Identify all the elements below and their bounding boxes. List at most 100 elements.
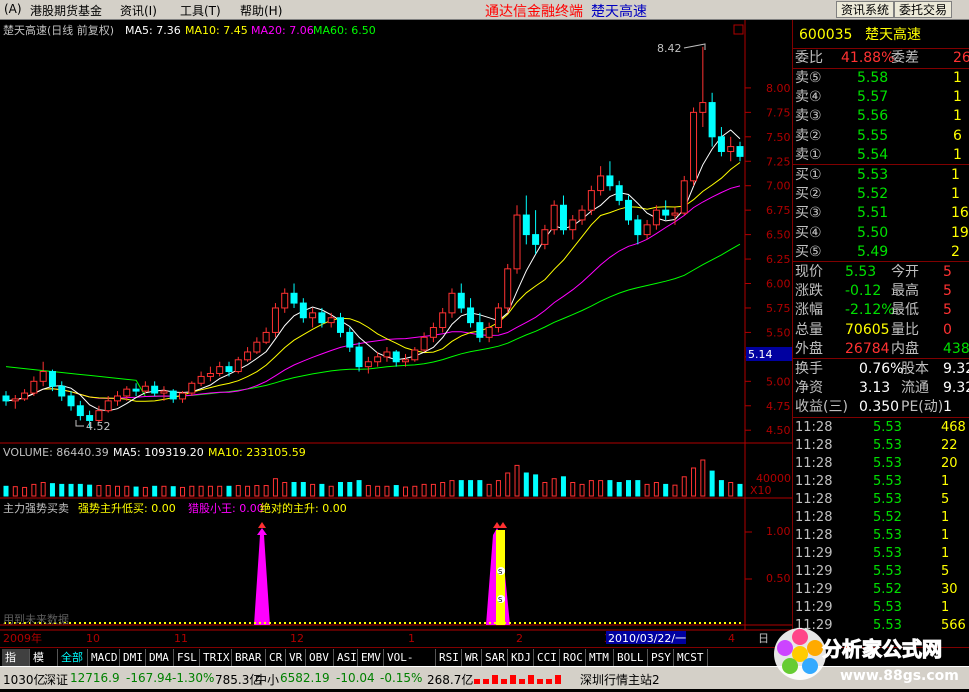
sell-label: 卖⑤ <box>795 70 822 86</box>
price-axis: 8.00 7.75 7.50 7.25 7.00 6.75 6.50 6.25 6.00 5.75… <box>745 82 791 437</box>
baseline-dot <box>624 622 626 624</box>
baseline-dot <box>734 622 736 624</box>
baseline-dot <box>629 622 631 624</box>
status-zx-value: 6582.19 <box>280 671 330 685</box>
candle-body <box>67 395 75 407</box>
tick-time: 11:28 <box>795 420 833 435</box>
menu-bar: (A) 港股期货基金 资讯(I) 工具(T) 帮助(H) 通达信金融终端 楚天高… <box>0 0 969 20</box>
candle-body <box>634 219 642 236</box>
candle-body <box>615 185 623 201</box>
tab-macd[interactable]: MACD <box>88 649 120 666</box>
volume-bar <box>198 485 204 497</box>
volume-value: VOLUME: 86440.39 <box>3 446 109 459</box>
sell-label: 卖③ <box>795 108 822 125</box>
tab-wr[interactable]: WR <box>462 649 482 666</box>
baseline-dot <box>319 622 321 624</box>
candle-body <box>318 312 326 324</box>
tab-全部[interactable]: 全部 <box>58 649 88 666</box>
tab-指标[interactable]: 指标 <box>2 649 30 681</box>
tab-vr[interactable]: VR <box>286 649 306 666</box>
status-sz-value: 12716.9 <box>70 671 120 685</box>
menu-item-a[interactable]: (A) <box>4 2 22 16</box>
stat2-label-2: 股本 <box>901 361 929 377</box>
tab-dmi[interactable]: DMI <box>120 649 146 666</box>
tab-cr[interactable]: CR <box>266 649 286 666</box>
tab-模板[interactable]: 模板 <box>30 649 58 681</box>
news-system-button[interactable]: 资讯系统 <box>836 1 895 18</box>
tab-obv[interactable]: OBV <box>306 649 334 666</box>
stat2-label: 换手 <box>795 361 823 377</box>
tab-asi[interactable]: ASI <box>334 649 358 666</box>
period-label[interactable]: 日 <box>758 632 769 645</box>
chart-area[interactable]: 楚天高速(日线 前复权) MA5: 7.36 MA10: 7.45 MA20: … <box>0 20 792 647</box>
menu-item-hk-futures[interactable]: 港股期货基金 <box>30 2 102 19</box>
baseline-dot <box>124 622 126 624</box>
volume-bar <box>505 472 511 497</box>
baseline-dot <box>109 622 111 624</box>
tick-row: 11:28 5.53 468 <box>793 419 969 437</box>
candle-body <box>532 234 540 245</box>
tick-volume: 1 <box>941 600 950 615</box>
weicha-label: 委差 <box>891 50 919 66</box>
buy-price: 5.52 <box>857 186 889 203</box>
tab-cci[interactable]: CCI <box>534 649 560 666</box>
candle-body <box>281 292 289 309</box>
baseline-dot <box>474 622 476 624</box>
tab-boll[interactable]: BOLL <box>614 649 648 666</box>
volume-bar <box>96 485 102 497</box>
tick-row: 11:28 5.53 5 <box>793 491 969 509</box>
baseline-dot <box>439 622 441 624</box>
weicha-value: 26 <box>953 50 969 66</box>
tab-emv[interactable]: EMV <box>358 649 384 666</box>
tab-psy[interactable]: PSY <box>648 649 674 666</box>
signal-s-label-2: S <box>498 596 503 604</box>
candle-body <box>169 390 177 400</box>
sell-volume: 1 <box>953 108 962 125</box>
tab-fsl[interactable]: FSL <box>174 649 200 666</box>
tab-dma[interactable]: DMA <box>146 649 174 666</box>
baseline-dot <box>654 622 656 624</box>
tab-mcst[interactable]: MCST <box>674 649 708 666</box>
volume-bar <box>161 485 167 497</box>
menu-item-help[interactable]: 帮助(H) <box>240 2 282 19</box>
menu-item-tools[interactable]: 工具(T) <box>180 2 221 19</box>
status-sz-label: 深证 <box>44 673 69 687</box>
volume-bar <box>40 482 46 497</box>
indicator-tick-05: 0.50 <box>766 572 791 585</box>
baseline-dot <box>524 622 526 624</box>
baseline-dot <box>79 622 81 624</box>
baseline-dot <box>344 622 346 624</box>
volume-bar <box>533 474 539 497</box>
trade-button[interactable]: 委托交易 <box>894 1 953 18</box>
buy-row: 买④ 5.50 19 <box>793 224 969 243</box>
tab-kdj[interactable]: KDJ <box>508 649 534 666</box>
candle-body <box>141 385 149 392</box>
tab-roc[interactable]: ROC <box>560 649 586 666</box>
tab-vol-tdx[interactable]: VOL-TDX <box>384 649 436 681</box>
date-label-11: 11 <box>174 632 188 645</box>
kline-chart[interactable]: 楚天高速(日线 前复权) MA5: 7.36 MA10: 7.45 MA20: … <box>0 20 792 647</box>
stat2-value-2: 9.32 <box>943 361 969 377</box>
date-label-2: 2 <box>516 632 523 645</box>
baseline-dot <box>204 622 206 624</box>
tab-trix[interactable]: TRIX <box>200 649 232 666</box>
baseline-dot <box>199 622 201 624</box>
volume-bar <box>142 486 148 497</box>
baseline-dot <box>339 622 341 624</box>
restore-icon[interactable] <box>733 24 744 35</box>
tick-row: 11:28 5.53 22 <box>793 437 969 455</box>
volume-bar <box>495 480 501 497</box>
candle-body <box>113 395 121 402</box>
volume-bar <box>691 467 697 497</box>
tick-time: 11:28 <box>795 510 833 525</box>
tick-volume: 468 <box>941 420 966 435</box>
tick-volume: 20 <box>941 456 958 471</box>
tab-rsi[interactable]: RSI <box>436 649 462 666</box>
ma10-value: MA10: 7.45 <box>185 24 248 37</box>
tab-brar[interactable]: BRAR <box>232 649 266 666</box>
volume-bar <box>68 483 74 497</box>
menu-item-news[interactable]: 资讯(I) <box>120 2 157 19</box>
baseline-dot <box>549 622 551 624</box>
tab-sar[interactable]: SAR <box>482 649 508 666</box>
tab-mtm[interactable]: MTM <box>586 649 614 666</box>
